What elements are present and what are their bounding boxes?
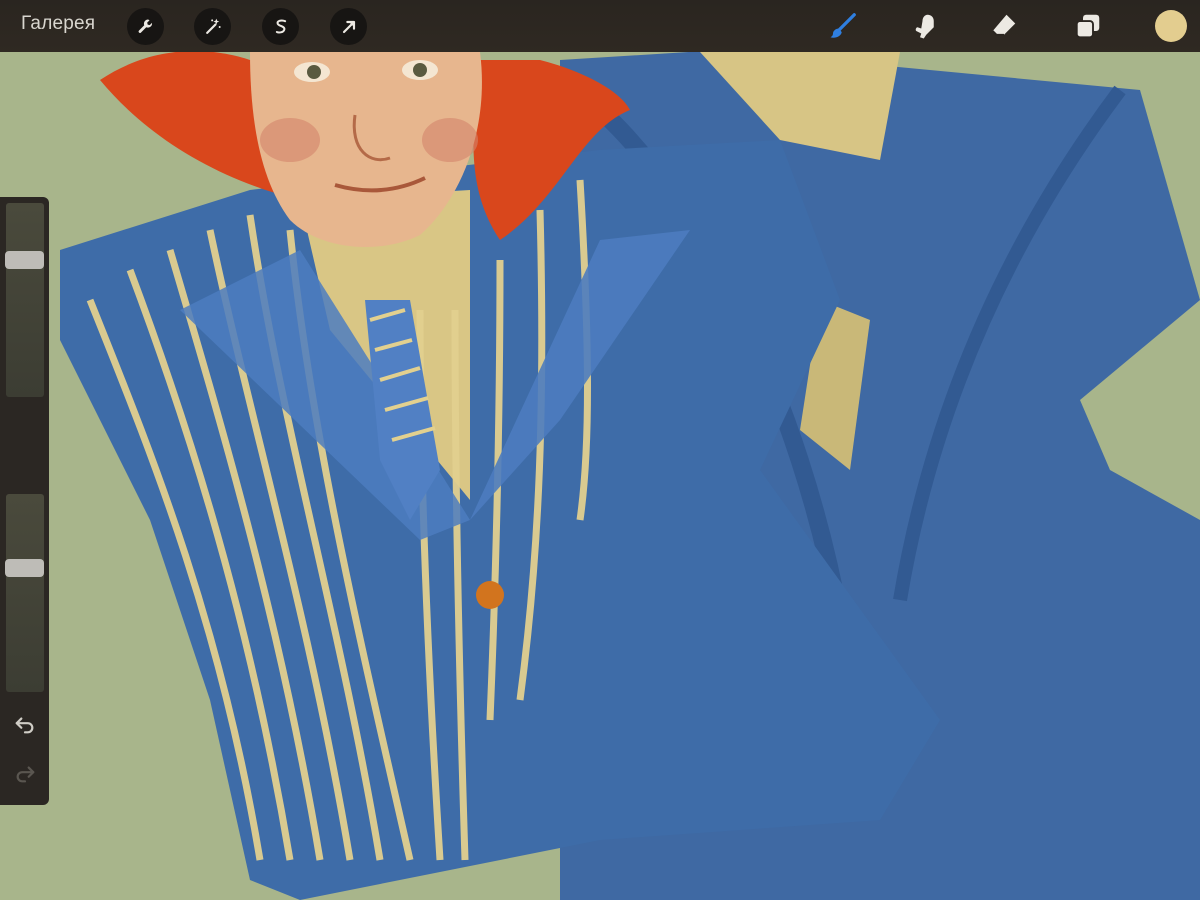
brush-icon xyxy=(830,13,856,38)
gallery-button[interactable]: Галерея xyxy=(21,13,95,35)
smudge-tool-button[interactable] xyxy=(908,9,942,43)
selection-button[interactable] xyxy=(262,8,299,45)
color-picker-button[interactable] xyxy=(1155,10,1187,42)
actions-button[interactable] xyxy=(127,8,164,45)
undo-button[interactable] xyxy=(12,714,38,736)
brush-tool-button[interactable] xyxy=(826,9,860,43)
eraser-icon xyxy=(992,14,1016,36)
redo-icon xyxy=(16,766,35,783)
drawing-canvas[interactable] xyxy=(0,0,1200,900)
brush-size-slider[interactable] xyxy=(6,203,44,397)
top-toolbar: Галерея xyxy=(0,0,1200,52)
selection-icon xyxy=(275,19,286,33)
transform-arrow-icon xyxy=(342,20,355,33)
brush-size-handle[interactable] xyxy=(5,250,44,269)
eraser-tool-button[interactable] xyxy=(987,9,1021,43)
transform-button[interactable] xyxy=(330,8,367,45)
layers-button[interactable] xyxy=(1071,9,1105,43)
wrench-icon xyxy=(138,19,152,33)
opacity-slider[interactable] xyxy=(6,494,44,692)
redo-button[interactable] xyxy=(12,763,38,785)
adjustments-button[interactable] xyxy=(194,8,231,45)
magic-wand-icon xyxy=(205,18,221,34)
jacket-button-art xyxy=(476,581,504,609)
layers-icon xyxy=(1075,14,1100,39)
left-sidebar xyxy=(0,197,49,805)
smudge-icon xyxy=(915,14,934,39)
undo-icon xyxy=(15,717,34,734)
opacity-handle[interactable] xyxy=(5,558,44,577)
